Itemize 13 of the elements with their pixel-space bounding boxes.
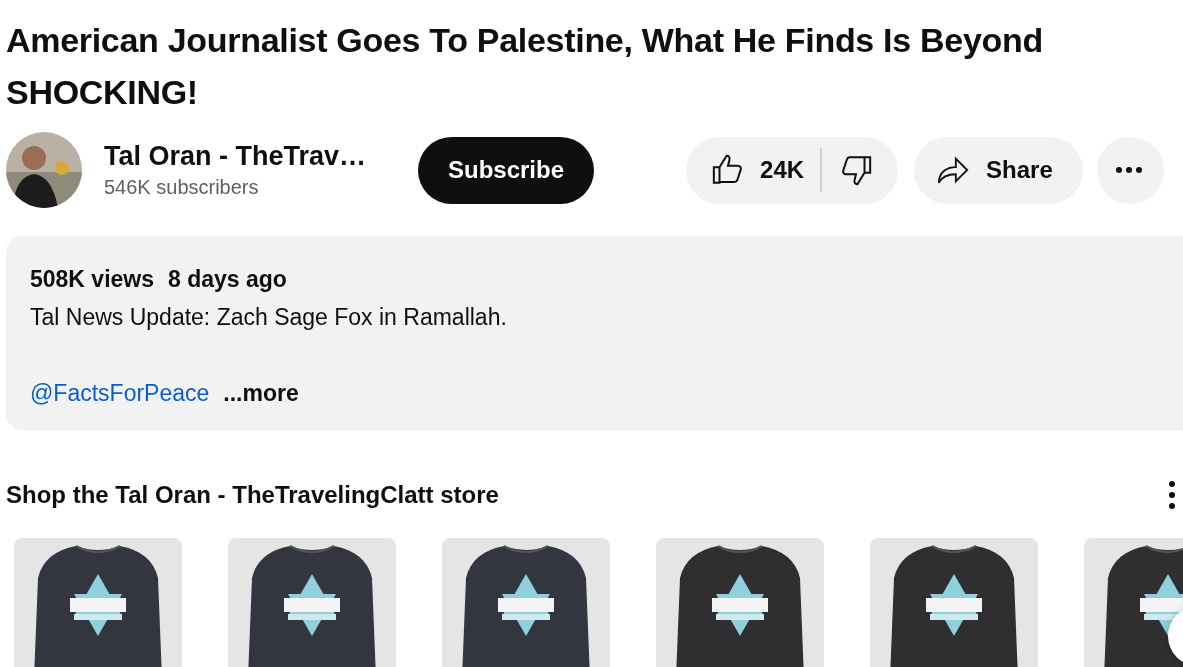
subscribe-button[interactable]: Subscribe [418,136,595,204]
channel-name[interactable]: Tal Oran - TheTrav… [104,139,394,173]
subscriber-count: 546K subscribers [104,175,260,200]
upload-date: 8 days ago [168,265,287,294]
show-more-button[interactable]: ...more [223,374,299,412]
description-text: Tal News Update: Zach Sage Fox in Ramallah. [30,303,508,332]
view-count: 508K views [30,265,155,294]
more-icon[interactable] [1168,480,1176,510]
video-title: American Journalist Goes To Palestine, What He Finds Is Beyond SHOCKING! [6,20,1044,113]
share-button[interactable]: Share [914,136,1083,204]
channel-link[interactable]: @FactsForPeace [30,374,210,412]
description-panel[interactable]: 508K views 8 days ago Tal News Update: Zach Sage Fox in Ramallah. @FactsForPeace ...more [6,236,1183,430]
store-heading: Shop the Tal Oran - TheTravelingClatt store [6,481,499,509]
